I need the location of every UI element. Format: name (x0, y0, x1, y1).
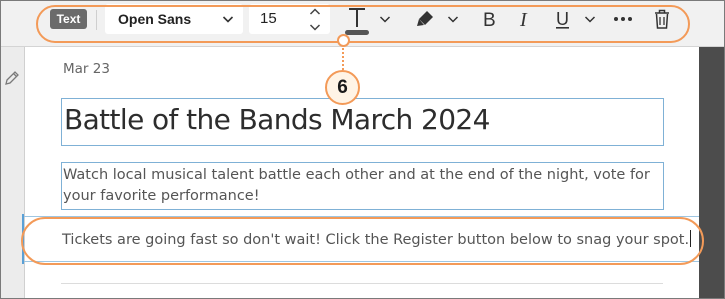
text-formatting-toolbar: Text Open Sans 15 B I U (0, 0, 725, 47)
bold-icon[interactable]: B (480, 8, 500, 30)
chevron-down-icon[interactable] (447, 13, 459, 25)
underline-label: U (556, 9, 569, 29)
italic-icon[interactable]: I (516, 8, 534, 30)
chevron-down-icon[interactable] (309, 22, 321, 32)
font-family-value: Open Sans (118, 11, 192, 27)
chevron-down-icon (222, 16, 234, 23)
body-text-block[interactable]: Tickets are going fast so don't wait! Cl… (62, 230, 692, 248)
selected-block-left-bar (22, 214, 24, 264)
italic-label: I (519, 9, 528, 30)
highlighter-icon[interactable] (414, 8, 436, 30)
bold-label: B (483, 10, 496, 30)
text-block-label: Text (50, 9, 87, 29)
font-family-dropdown[interactable]: Open Sans (105, 4, 243, 34)
trash-icon[interactable] (653, 8, 671, 30)
pencil-icon[interactable] (3, 69, 21, 87)
underline-icon[interactable]: U (553, 8, 573, 30)
text-color-icon[interactable] (340, 5, 374, 37)
description-text-block[interactable]: Watch local musical talent battle each o… (61, 162, 664, 210)
toolbar-divider (96, 10, 97, 30)
font-size-value: 15 (260, 10, 277, 27)
callout-number-badge: 6 (325, 70, 360, 105)
callout-connector-line (342, 48, 344, 70)
post-date: Mar 23 (63, 61, 110, 77)
post-description: Watch local musical talent battle each o… (63, 167, 650, 204)
section-divider (61, 283, 663, 284)
title-text-block[interactable]: Battle of the Bands March 2024 (61, 98, 664, 146)
chevron-up-icon[interactable] (309, 7, 321, 17)
chevron-down-icon[interactable] (584, 13, 596, 25)
more-options-icon[interactable] (612, 12, 634, 26)
post-title: Battle of the Bands March 2024 (64, 103, 490, 136)
font-size-stepper[interactable]: 15 (249, 4, 330, 34)
body-text: Tickets are going fast so don't wait! Cl… (62, 232, 690, 248)
text-cursor (690, 230, 692, 247)
right-margin (699, 47, 725, 299)
callout-connector-dot (337, 34, 350, 47)
chevron-down-icon[interactable] (379, 13, 391, 25)
